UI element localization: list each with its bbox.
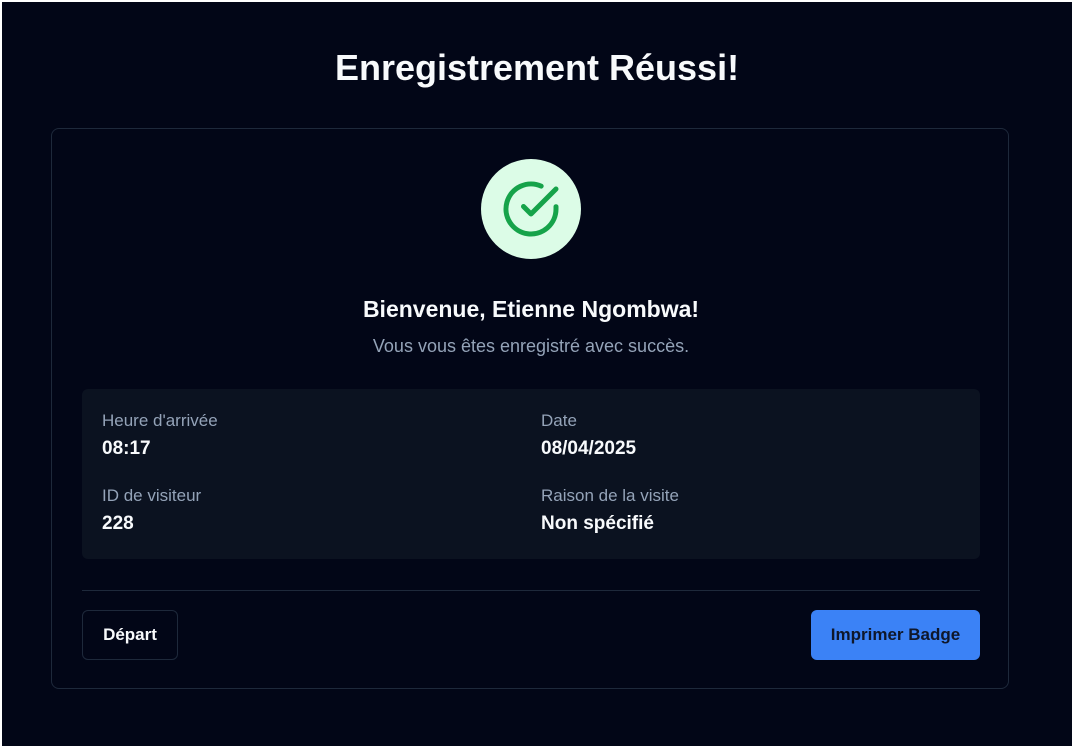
arrival-time-value: 08:17	[102, 438, 151, 459]
print-badge-button[interactable]: Imprimer Badge	[811, 610, 980, 660]
date-value: 08/04/2025	[541, 438, 637, 459]
arrival-time-field: Heure d'arrivée 08:17	[102, 409, 218, 463]
visitor-id-value: 228	[102, 513, 134, 534]
app-window: Enregistrement Réussi! Bienvenue, Etienn…	[2, 2, 1072, 746]
arrival-time-label: Heure d'arrivée	[102, 411, 218, 430]
visitor-id-label: ID de visiteur	[102, 486, 202, 505]
divider	[82, 590, 980, 591]
page-title: Enregistrement Réussi!	[334, 47, 740, 88]
confirmation-card: Bienvenue, Etienne Ngombwa! Vous vous êt…	[51, 128, 1009, 689]
welcome-message: Bienvenue, Etienne Ngombwa!	[362, 296, 700, 322]
success-subtext: Vous vous êtes enregistré avec succès.	[372, 336, 690, 356]
check-circle-icon	[503, 181, 559, 237]
visit-reason-field: Raison de la visite Non spécifié	[541, 484, 679, 538]
visit-reason-label: Raison de la visite	[541, 486, 679, 505]
visitor-id-field: ID de visiteur 228	[102, 484, 201, 538]
depart-button[interactable]: Départ	[82, 610, 178, 660]
visit-reason-value: Non spécifié	[541, 513, 654, 534]
success-badge	[481, 159, 581, 259]
date-field: Date 08/04/2025	[541, 409, 636, 463]
visit-details-panel: Heure d'arrivée 08:17 Date 08/04/2025 ID…	[82, 389, 980, 559]
date-label: Date	[541, 411, 577, 430]
